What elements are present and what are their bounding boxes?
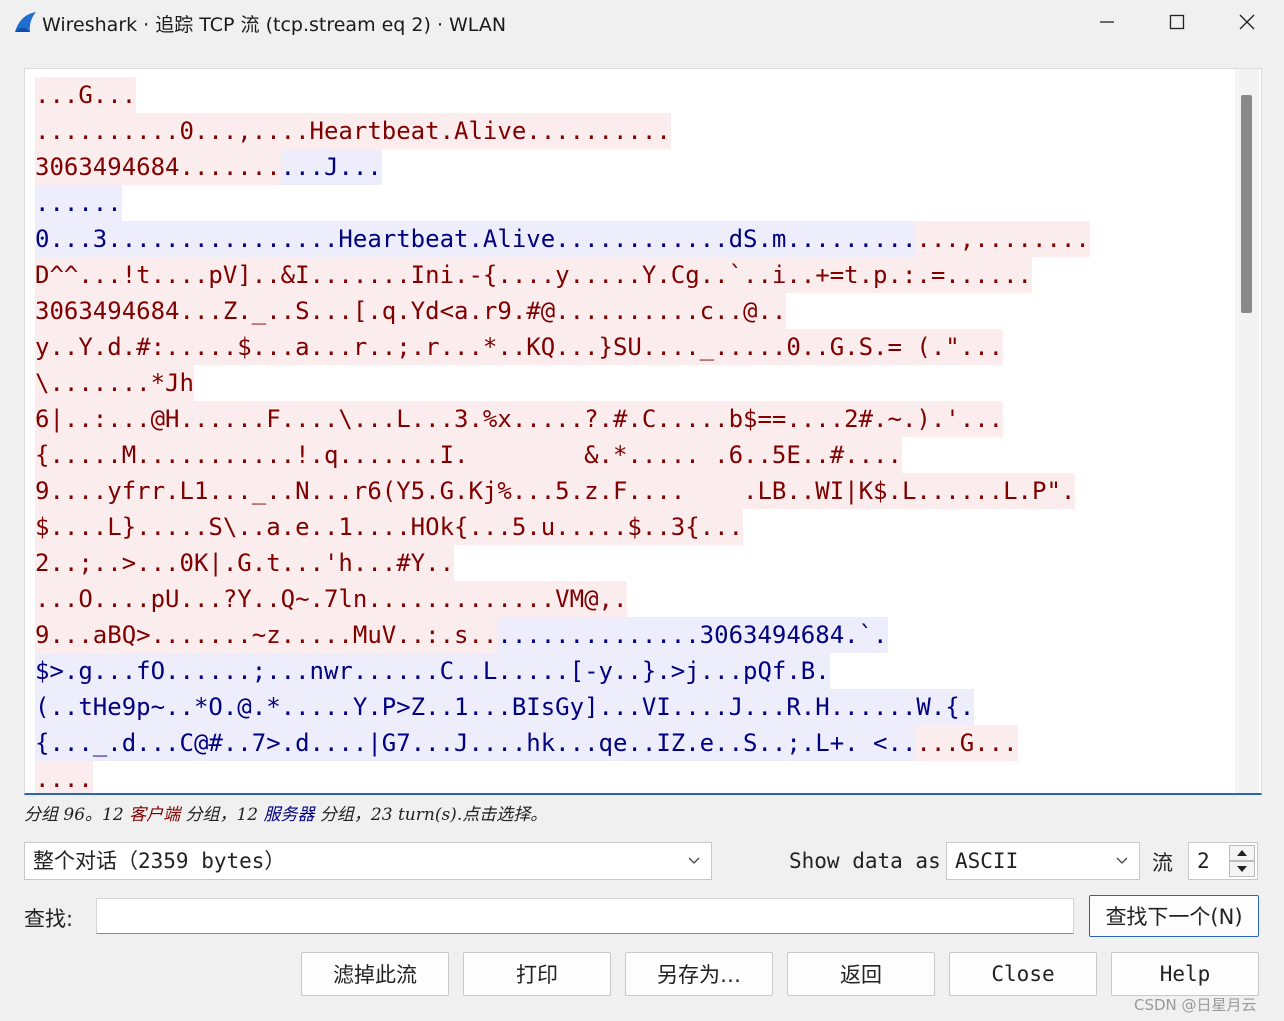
minimize-button[interactable] bbox=[1072, 0, 1142, 44]
stream-line[interactable]: {..._.d...C@#..7>.d....|G7...J....hk...q… bbox=[35, 725, 1235, 761]
stream-line[interactable]: (..tHe9p~..*O.@.*.....Y.P>Z..1...BIsGy].… bbox=[35, 689, 1235, 725]
client-data-segment[interactable]: ..........0...,....Heartbeat.Alive......… bbox=[35, 113, 671, 149]
find-next-button[interactable]: 查找下一个(N) bbox=[1089, 895, 1259, 937]
server-data-segment[interactable]: ..............3063494684.`. bbox=[497, 617, 888, 653]
client-data-segment[interactable]: 3063494684....... bbox=[35, 149, 281, 185]
close-button[interactable]: Close bbox=[949, 952, 1097, 996]
stream-line[interactable]: 9....yfrr.L1..._..N...r6(Y5.G.Kj%...5.z.… bbox=[35, 473, 1235, 509]
stream-line[interactable]: y..Y.d.#:.....$...a...r..;.r...*..KQ...}… bbox=[35, 329, 1235, 365]
chevron-down-icon bbox=[688, 857, 700, 864]
summary-mid: 分组，12 bbox=[180, 805, 264, 825]
help-button[interactable]: Help bbox=[1111, 952, 1259, 996]
stream-line[interactable]: .... bbox=[35, 761, 1235, 793]
back-button[interactable]: 返回 bbox=[787, 952, 935, 996]
client-data-segment[interactable]: ...,........ bbox=[916, 221, 1090, 257]
stream-line[interactable]: ..........0...,....Heartbeat.Alive......… bbox=[35, 113, 1235, 149]
stream-line[interactable]: ...... bbox=[35, 185, 1235, 221]
find-label: 查找: bbox=[24, 907, 74, 931]
server-data-segment[interactable]: $>.g...fO......;...nwr......C..L.....[-y… bbox=[35, 653, 830, 689]
client-data-segment[interactable]: $....L}.....S\..a.e..1....HOk{...5.u....… bbox=[35, 509, 744, 545]
stream-line[interactable]: 2..;..>...0K|.G.t...'h...#Y.. bbox=[35, 545, 1235, 581]
client-data-segment[interactable]: y..Y.d.#:.....$...a...r..;.r...*..KQ...}… bbox=[35, 329, 1004, 365]
client-data-segment[interactable]: 3063494684...Z._..S...[.q.Yd<a.r9.#@....… bbox=[35, 293, 787, 329]
maximize-icon bbox=[1169, 14, 1185, 30]
filter-out-button[interactable]: 滤掉此流 bbox=[301, 952, 449, 996]
summary-prefix: 分组 96。12 bbox=[24, 805, 130, 825]
triangle-up-icon bbox=[1237, 850, 1247, 856]
title-bar: Wireshark · 追踪 TCP 流 (tcp.stream eq 2) ·… bbox=[0, 0, 1284, 44]
server-link[interactable]: 服务器 bbox=[264, 805, 315, 825]
save-as-button[interactable]: 另存为… bbox=[625, 952, 773, 996]
stream-text[interactable]: ...G... ..........0...,....Heartbeat.Aliv… bbox=[35, 77, 1235, 793]
close-icon bbox=[1239, 14, 1255, 30]
client-data-segment[interactable]: D^^...!t....pV]..&I.......Ini.-{....y...… bbox=[35, 257, 1032, 293]
client-data-segment[interactable]: 9...aBQ>.......~z.....MuV..:.s.. bbox=[35, 617, 498, 653]
server-data-segment[interactable]: ...... bbox=[35, 185, 122, 221]
wireshark-fin-icon bbox=[15, 12, 36, 32]
client-data-segment[interactable]: 6|..:...@H......F....\...L...3.%x.....?.… bbox=[35, 401, 1004, 437]
stream-line[interactable]: 3063494684..........J... bbox=[35, 149, 1235, 185]
scrollbar-thumb[interactable] bbox=[1241, 95, 1252, 313]
show-data-as-value: ASCII bbox=[955, 849, 1019, 873]
print-button[interactable]: 打印 bbox=[463, 952, 611, 996]
watermark: CSDN @日星月云 bbox=[1134, 996, 1257, 1014]
maximize-button[interactable] bbox=[1142, 0, 1212, 44]
client-link[interactable]: 客户端 bbox=[129, 805, 180, 825]
stream-content-area[interactable]: ...G... ..........0...,....Heartbeat.Aliv… bbox=[24, 68, 1262, 795]
stream-line[interactable]: ...G... bbox=[35, 77, 1235, 113]
window-title: Wireshark · 追踪 TCP 流 (tcp.stream eq 2) ·… bbox=[42, 14, 507, 36]
client-data-segment[interactable]: ...G... bbox=[35, 77, 137, 113]
stream-line[interactable]: 6|..:...@H......F....\...L...3.%x.....?.… bbox=[35, 401, 1235, 437]
client-data-segment[interactable]: 2..;..>...0K|.G.t...'h...#Y.. bbox=[35, 545, 455, 581]
close-window-button[interactable] bbox=[1212, 0, 1282, 44]
minimize-icon bbox=[1100, 21, 1114, 23]
client-data-segment[interactable]: 9....yfrr.L1..._..N...r6(Y5.G.Kj%...5.z.… bbox=[35, 473, 1076, 509]
stream-line[interactable]: 3063494684...Z._..S...[.q.Yd<a.r9.#@....… bbox=[35, 293, 1235, 329]
stream-line[interactable]: 0...3................Heartbeat.Alive....… bbox=[35, 221, 1235, 257]
conversation-value: 整个对话（2359 bytes） bbox=[33, 849, 286, 873]
server-data-segment[interactable]: (..tHe9p~..*O.@.*.....Y.P>Z..1...BIsGy].… bbox=[35, 689, 975, 725]
stream-number-spinbox[interactable]: 2 bbox=[1188, 842, 1258, 880]
triangle-down-icon bbox=[1237, 866, 1247, 872]
summary-suffix: 分组，23 turn(s).点击选择。 bbox=[314, 805, 548, 825]
stream-line[interactable]: 9...aBQ>.......~z.....MuV..:.s..........… bbox=[35, 617, 1235, 653]
client-data-segment[interactable]: ...O....pU...?Y..Q~.7ln.............VM@,… bbox=[35, 581, 628, 617]
stream-line[interactable]: \.......*Jh bbox=[35, 365, 1235, 401]
stream-line[interactable]: ...O....pU...?Y..Q~.7ln.............VM@,… bbox=[35, 581, 1235, 617]
server-data-segment[interactable]: {..._.d...C@#..7>.d....|G7...J....hk...q… bbox=[35, 725, 917, 761]
spin-up-button[interactable] bbox=[1229, 845, 1255, 861]
stream-line[interactable]: D^^...!t....pV]..&I.......Ini.-{....y...… bbox=[35, 257, 1235, 293]
stream-summary: 分组 96。12 客户端 分组，12 服务器 分组，23 turn(s).点击选… bbox=[24, 800, 547, 825]
show-data-as-select[interactable]: ASCII bbox=[946, 842, 1140, 880]
server-data-segment[interactable]: ...J... bbox=[280, 149, 382, 185]
show-data-as-label: Show data as bbox=[789, 849, 941, 873]
find-input[interactable] bbox=[96, 898, 1074, 934]
stream-number-label: 流 bbox=[1152, 851, 1173, 875]
client-data-segment[interactable]: {.....M...........!.q.......I. &.*..... … bbox=[35, 437, 902, 473]
stream-line[interactable]: {.....M...........!.q.......I. &.*..... … bbox=[35, 437, 1235, 473]
server-data-segment[interactable]: 0...3................Heartbeat.Alive....… bbox=[35, 221, 917, 257]
vertical-scrollbar[interactable] bbox=[1235, 69, 1259, 793]
client-data-segment[interactable]: .... bbox=[35, 761, 93, 793]
chevron-down-icon bbox=[1116, 857, 1128, 864]
stream-line[interactable]: $>.g...fO......;...nwr......C..L.....[-y… bbox=[35, 653, 1235, 689]
spin-down-button[interactable] bbox=[1229, 861, 1255, 877]
stream-line[interactable]: $....L}.....S\..a.e..1....HOk{...5.u....… bbox=[35, 509, 1235, 545]
client-data-segment[interactable]: ...G... bbox=[916, 725, 1018, 761]
stream-number-value: 2 bbox=[1197, 849, 1210, 873]
client-data-segment[interactable]: \.......*Jh bbox=[35, 365, 194, 401]
conversation-select[interactable]: 整个对话（2359 bytes） bbox=[24, 842, 712, 880]
